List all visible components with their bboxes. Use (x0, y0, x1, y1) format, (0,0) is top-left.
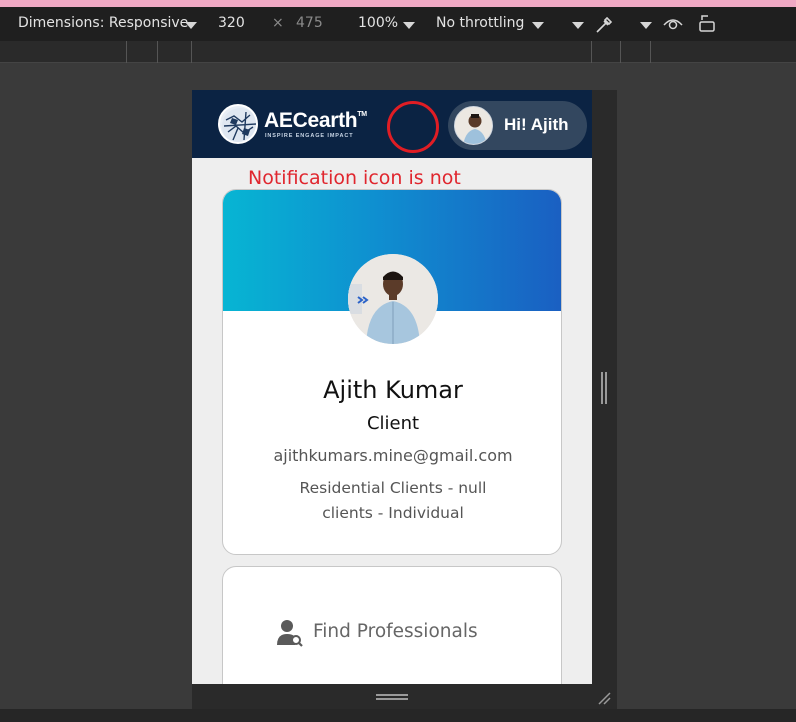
window-top-strip (0, 0, 796, 7)
profile-name: Ajith Kumar (323, 376, 463, 404)
profile-avatar[interactable] (348, 254, 438, 344)
app-header: AECearthTM INSPIRE ENGAGE IMPACT Hi! Aji… (192, 90, 592, 158)
times-icon: × (272, 15, 284, 31)
user-greeting: Hi! Ajith (504, 115, 569, 134)
profile-email: ajithkumars.mine@gmail.com (273, 446, 513, 465)
throttling-dropdown[interactable]: No throttling (436, 15, 524, 31)
profile-role: Client (366, 413, 420, 434)
zoom-dropdown[interactable]: 100% (358, 15, 398, 31)
eyedropper-icon[interactable] (594, 13, 616, 35)
trademark-mark: TM (357, 111, 367, 118)
profile-card: Ajith Kumar Client ajithkumars.mine@gmai… (222, 189, 562, 555)
avatar (454, 106, 493, 145)
find-professionals-card[interactable]: Find Professionals (222, 566, 562, 684)
bottom-strip (0, 709, 796, 722)
chevron-down-icon[interactable] (185, 22, 197, 29)
rotate-device-icon[interactable] (696, 13, 718, 35)
width-input[interactable]: 320 (218, 15, 245, 31)
chevron-down-icon[interactable] (640, 22, 652, 29)
bottom-resize-handle[interactable] (376, 694, 408, 700)
eye-icon[interactable] (662, 14, 684, 34)
user-menu-button[interactable]: Hi! Ajith (448, 101, 587, 150)
chevron-down-icon[interactable] (532, 22, 544, 29)
find-professionals-label: Find Professionals (313, 621, 478, 642)
media-query-bar (0, 41, 796, 63)
user-search-icon (277, 620, 303, 647)
profile-client-type: Residential Clients - null clients - Ind… (299, 479, 487, 522)
height-input[interactable]: 475 (296, 15, 323, 31)
device-toolbar: Dimensions: Responsive 320 × 475 100% No… (0, 7, 796, 41)
aecearth-logo[interactable] (218, 104, 258, 144)
corner-resize-icon[interactable] (597, 691, 611, 705)
chevron-down-icon[interactable] (403, 22, 415, 29)
dimensions-dropdown[interactable]: Dimensions: Responsive (18, 15, 188, 31)
brand-tagline: INSPIRE ENGAGE IMPACT (265, 133, 354, 139)
missing-notification-icon-highlight (387, 101, 439, 153)
right-resize-bar (592, 90, 617, 685)
right-resize-handle[interactable] (601, 372, 607, 404)
brand-name: AECearthTM (264, 109, 367, 132)
device-viewport: AECearthTM INSPIRE ENGAGE IMPACT Hi! Aji… (192, 90, 592, 684)
bottom-resize-bar (192, 684, 617, 709)
more-options-icon[interactable] (572, 22, 584, 29)
